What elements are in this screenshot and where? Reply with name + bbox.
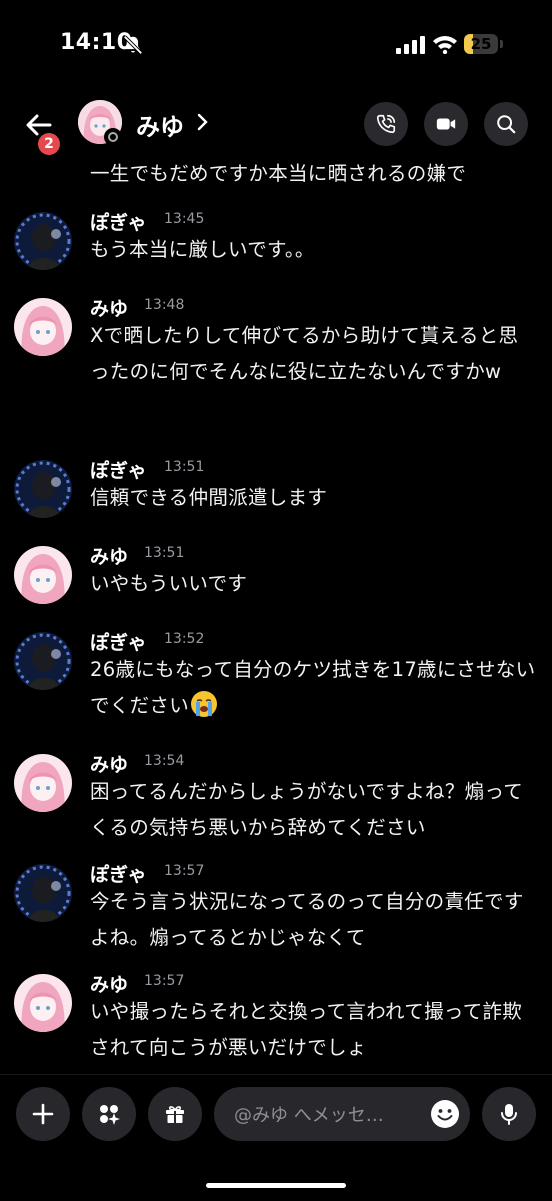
- pogya-avatar[interactable]: [14, 632, 72, 690]
- message-timestamp: 13:57: [164, 863, 205, 879]
- message-author[interactable]: みゆ: [90, 542, 128, 569]
- loudly-crying-face-icon: [191, 691, 218, 717]
- message-timestamp: 13:51: [164, 459, 205, 475]
- battery-indicator: 25: [464, 34, 504, 56]
- voice-message-button[interactable]: [482, 1087, 536, 1141]
- message-timestamp: 13:52: [164, 631, 205, 647]
- add-button[interactable]: [16, 1087, 70, 1141]
- message-author[interactable]: ぽぎゃ: [90, 208, 147, 235]
- emoji-picker-icon[interactable]: [430, 1099, 460, 1129]
- message-text: 困ってるんだからしょうがないですよね？煽ってくるの気持ち悪いから辞めてください: [90, 780, 524, 839]
- miyu-avatar[interactable]: [14, 974, 72, 1032]
- message-text: 26歳にもなって自分のケツ拭きを17歳にさせないでください: [90, 658, 536, 717]
- unread-badge: 2: [38, 133, 60, 155]
- message-timestamp: 13:57: [144, 973, 185, 989]
- message-input[interactable]: [232, 1087, 426, 1143]
- message-author[interactable]: みゆ: [90, 970, 128, 997]
- video-camera-icon: [436, 118, 456, 130]
- pogya-avatar[interactable]: [14, 460, 72, 518]
- message-text-wrap: 26歳にもなって自分のケツ拭きを17歳にさせないでください: [90, 652, 538, 724]
- contact-name[interactable]: みゆ: [136, 107, 184, 142]
- gift-icon: [166, 1106, 184, 1123]
- message-timestamp: 13:45: [164, 211, 205, 227]
- chat-header: 2 みゆ: [0, 92, 552, 162]
- message-text: 今そう言う状況になってるのって自分の責任ですよね。煽ってるとかじゃなくて: [90, 890, 524, 949]
- message-author[interactable]: みゆ: [90, 294, 128, 321]
- miyu-avatar[interactable]: [14, 754, 72, 812]
- message-author[interactable]: ぽぎゃ: [90, 456, 147, 483]
- message-composer: [0, 1074, 552, 1201]
- battery-percentage: 25: [470, 35, 492, 53]
- search-icon: [497, 115, 516, 134]
- apps-button[interactable]: [82, 1087, 136, 1141]
- message-timestamp: 13:54: [144, 753, 185, 769]
- presence-status-icon: [104, 128, 122, 146]
- pogya-avatar[interactable]: [14, 864, 72, 922]
- message-author[interactable]: みゆ: [90, 750, 128, 777]
- phone-icon: [376, 114, 396, 134]
- chevron-right-icon[interactable]: [196, 112, 208, 132]
- message-author[interactable]: ぽぎゃ: [90, 628, 147, 655]
- message-list[interactable]: 一生でもだめですか本当に晒されるの嫌で ぽぎゃ 13:45 もう本当に厳しいです…: [0, 162, 552, 1072]
- message-text: いや撮ったらそれと交換って言われて撮って詐欺されて向こうが悪いだけでしょ: [90, 1000, 523, 1059]
- search-button[interactable]: [484, 102, 528, 146]
- gift-button[interactable]: [148, 1087, 202, 1141]
- video-call-button[interactable]: [424, 102, 468, 146]
- message-text: いやもういいです: [90, 572, 248, 595]
- message-timestamp: 13:48: [144, 297, 185, 313]
- voice-call-button[interactable]: [364, 102, 408, 146]
- message-text: もう本当に厳しいです。。: [90, 238, 315, 261]
- plus-icon: [32, 1103, 54, 1125]
- home-indicator[interactable]: [206, 1183, 346, 1188]
- wifi-icon: [433, 36, 457, 54]
- message-timestamp: 13:51: [144, 545, 185, 561]
- message-author[interactable]: ぽぎゃ: [90, 860, 147, 887]
- miyu-avatar[interactable]: [14, 546, 72, 604]
- message-text-partial: 一生でもだめですか本当に晒されるの嫌で: [90, 162, 467, 185]
- status-bar: 14:10 25: [0, 0, 552, 92]
- message-input-container: [214, 1087, 470, 1143]
- miyu-avatar[interactable]: [14, 298, 72, 356]
- pogya-avatar[interactable]: [14, 212, 72, 270]
- bell-muted-icon: [123, 35, 143, 55]
- microphone-icon: [501, 1104, 517, 1125]
- apps-sparkle-icon: [100, 1105, 120, 1125]
- cellular-signal-icon: [396, 36, 425, 54]
- message-text: 信頼できる仲間派遣します: [90, 486, 328, 509]
- message-text: Xで晒したりして伸びてるから助けて貰えると思ったのに何でそんなに役に立たないんで…: [90, 324, 519, 383]
